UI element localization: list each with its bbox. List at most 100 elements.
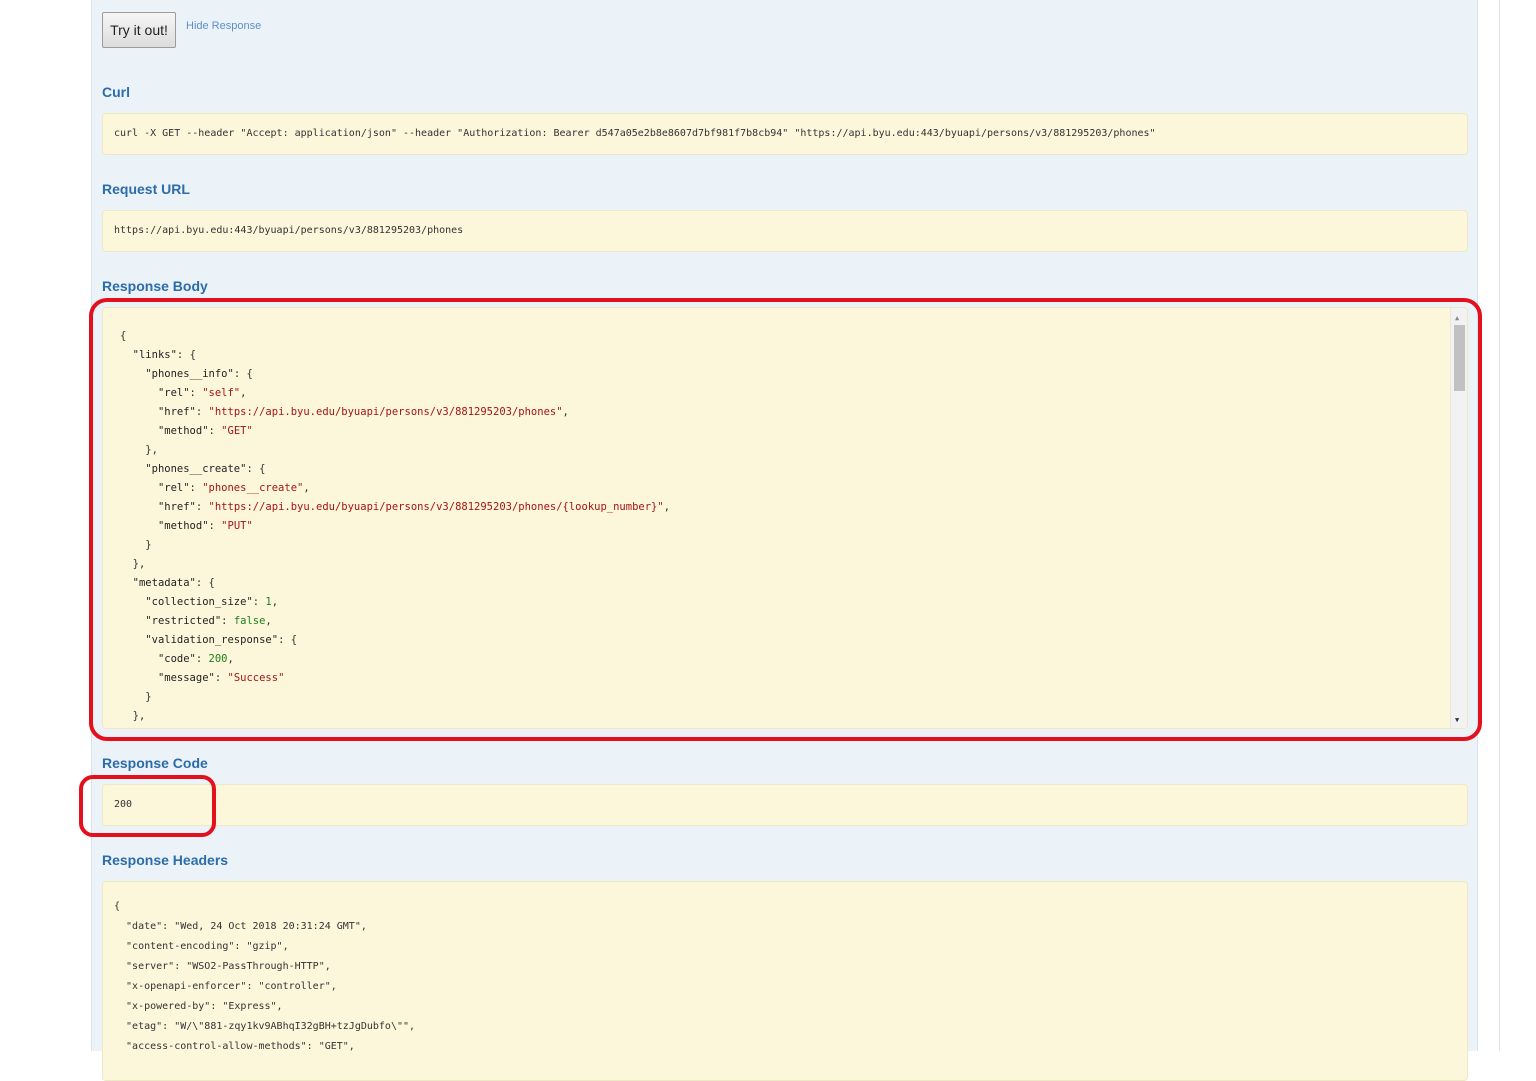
json-token: : { [246, 463, 266, 475]
json-token: , [663, 501, 671, 513]
response-code-box[interactable]: 200 [102, 784, 1468, 826]
response-header-line: { [114, 901, 121, 912]
json-token: "validation_response" [145, 634, 279, 646]
response-header-line: "x-powered-by": "Express", [114, 1001, 283, 1012]
json-token: false [233, 615, 266, 627]
response-headers-box[interactable]: { "date": "Wed, 24 Oct 2018 20:31:24 GMT… [102, 881, 1468, 1081]
json-token: "collection_size" [145, 596, 253, 608]
json-token: : [208, 425, 222, 437]
response-body-line: }, [120, 441, 670, 460]
response-body-line: "rel": "self", [120, 384, 670, 403]
response-body-heading: Response Body [102, 278, 208, 294]
json-token: } [120, 691, 152, 703]
json-token: "phones__info" [145, 368, 234, 380]
json-token: "phones__create" [202, 482, 304, 494]
json-token: "Success" [227, 672, 285, 684]
curl-heading: Curl [102, 84, 130, 100]
json-token: "phones__create" [145, 463, 247, 475]
response-body-line: }, [120, 555, 670, 574]
request-url-heading: Request URL [102, 181, 190, 197]
json-token: : [208, 520, 222, 532]
json-token: "href" [157, 501, 196, 513]
response-body-box[interactable]: { "links": { "phones__info": { "rel": "s… [102, 307, 1468, 729]
page-divider [1499, 0, 1500, 1051]
request-url-text: https://api.byu.edu:443/byuapi/persons/v… [114, 225, 464, 236]
json-token: : { [233, 368, 253, 380]
hide-response-link[interactable]: Hide Response [186, 20, 261, 32]
scroll-down-arrow-icon[interactable]: ▼ [1455, 716, 1459, 724]
response-header-line: "etag": "W/\"881-zqy1kv9ABhqI32gBH+tzJgD… [114, 1021, 416, 1032]
json-token: : [195, 653, 209, 665]
json-token: : [252, 596, 266, 608]
response-body-line: "message": "Success" [120, 669, 670, 688]
json-token: : [195, 501, 209, 513]
response-code-value: 200 [114, 799, 133, 810]
json-token: "https://api.byu.edu/byuapi/persons/v3/8… [208, 501, 664, 513]
response-body-line: "phones__create": { [120, 460, 670, 479]
json-token: "PUT" [221, 520, 253, 532]
try-it-out-button[interactable]: Try it out! [102, 12, 176, 48]
json-token: : [195, 406, 209, 418]
response-body-json: { "links": { "phones__info": { "rel": "s… [120, 327, 670, 726]
json-token: , [303, 482, 310, 494]
json-token: }, [120, 558, 146, 570]
response-body-line: "href": "https://api.byu.edu/byuapi/pers… [120, 403, 670, 422]
json-token: 200 [208, 653, 228, 665]
response-code-heading: Response Code [102, 755, 208, 771]
response-body-scrollbar[interactable]: ▲ ▼ [1450, 308, 1467, 728]
response-body-line: "restricted": false, [120, 612, 670, 631]
curl-box[interactable]: curl -X GET --header "Accept: applicatio… [102, 113, 1468, 155]
request-url-box[interactable]: https://api.byu.edu:443/byuapi/persons/v… [102, 210, 1468, 252]
response-body-line: "code": 200, [120, 650, 670, 669]
response-header-line: "content-encoding": "gzip", [114, 941, 289, 952]
json-token: : [189, 387, 203, 399]
json-token: , [562, 406, 569, 418]
response-body-line: "links": { [120, 346, 670, 365]
json-token: : [214, 672, 228, 684]
json-token: : { [195, 577, 215, 589]
json-token: : { [176, 349, 196, 361]
response-header-line: "x-openapi-enforcer": "controller", [114, 981, 337, 992]
json-token: "href" [157, 406, 196, 418]
response-body-line: } [120, 536, 670, 555]
response-body-line: "method": "PUT" [120, 517, 670, 536]
response-body-line: "phones__info": { [120, 365, 670, 384]
json-token: "links" [132, 349, 177, 361]
response-body-line: { [120, 327, 670, 346]
response-body-line: "href": "https://api.byu.edu/byuapi/pers… [120, 498, 670, 517]
response-header-line: "server": "WSO2-PassThrough-HTTP", [114, 961, 331, 972]
json-token: }, [120, 710, 146, 722]
json-token: "GET" [221, 425, 253, 437]
json-token: , [240, 387, 247, 399]
json-token: "method" [157, 520, 209, 532]
json-token: "metadata" [132, 577, 196, 589]
json-token: "self" [202, 387, 241, 399]
scrollbar-thumb[interactable] [1454, 325, 1465, 391]
json-token: "method" [157, 425, 209, 437]
json-token: , [265, 615, 272, 627]
json-token: "https://api.byu.edu/byuapi/persons/v3/8… [208, 406, 563, 418]
scroll-up-arrow-icon[interactable]: ▲ [1455, 314, 1459, 322]
json-token: , [227, 653, 234, 665]
response-headers-json: { "date": "Wed, 24 Oct 2018 20:31:24 GMT… [114, 897, 415, 1057]
json-token: : [221, 615, 234, 627]
response-body-line: } [120, 688, 670, 707]
json-token: , [271, 596, 279, 608]
response-header-line: "access-control-allow-methods": "GET", [114, 1041, 355, 1052]
json-token: "rel" [157, 482, 190, 494]
json-token: } [120, 539, 152, 551]
curl-command: curl -X GET --header "Accept: applicatio… [114, 128, 1156, 139]
response-header-line: "date": "Wed, 24 Oct 2018 20:31:24 GMT", [114, 921, 367, 932]
